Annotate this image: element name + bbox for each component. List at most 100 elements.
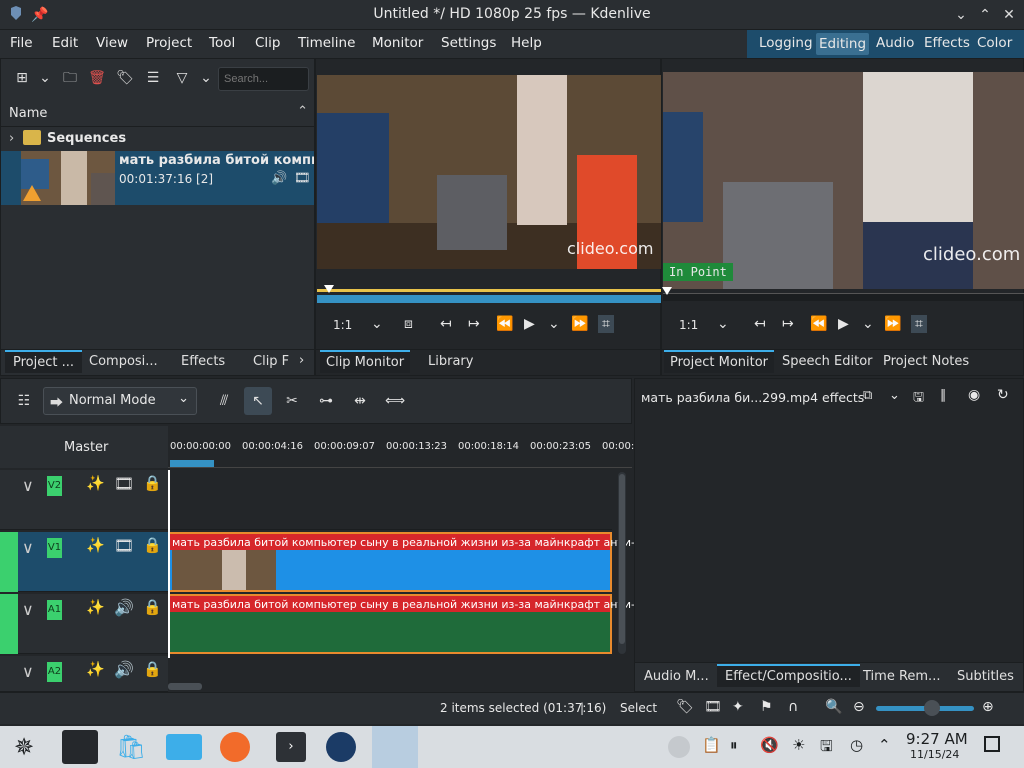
timeline-hscrollbar[interactable]	[168, 683, 202, 690]
play-options-icon[interactable]: ⌄	[862, 316, 874, 332]
system-settings-icon[interactable]	[62, 730, 98, 764]
zoom-in-icon[interactable]: ⊕	[982, 699, 994, 715]
close-icon[interactable]: ✕	[999, 5, 1019, 25]
video-icon[interactable]: 🎞	[294, 171, 311, 186]
clock-date[interactable]: 11/15/24	[910, 748, 959, 761]
bin-search-input[interactable]	[218, 67, 309, 91]
tab-subtitles[interactable]: Subtitles	[957, 669, 1014, 684]
zoom-slider-handle[interactable]	[924, 700, 940, 716]
minimize-icon[interactable]: ⌄	[951, 5, 971, 25]
bin-header[interactable]: Name ⌃	[1, 101, 314, 127]
tab-time-remapping[interactable]: Time Rem...	[863, 669, 940, 684]
tab-effect-composition[interactable]: Effect/Compositio...	[717, 664, 860, 687]
zoom-out-icon[interactable]: ⊖	[853, 699, 865, 715]
forward-icon[interactable]: ⏩	[884, 316, 901, 332]
clock-time[interactable]: 9:27 AM	[906, 730, 968, 748]
video-track-icon[interactable]: 🎞	[114, 536, 134, 555]
collapse-icon[interactable]: ∨	[22, 662, 34, 681]
zoom-dropdown-icon[interactable]: ⌄	[717, 316, 729, 332]
slip-icon[interactable]: ⇹	[351, 392, 369, 410]
collapse-icon[interactable]: ∨	[22, 476, 34, 495]
timeline-ruler[interactable]: 00:00:00:00 00:00:04:16 00:00:09:07 00:0…	[168, 426, 634, 468]
menu-project[interactable]: Project	[146, 35, 192, 51]
set-out-icon[interactable]: ↦	[468, 316, 480, 332]
audio-thumbs-icon[interactable]: ✦	[732, 699, 744, 715]
tab-effects[interactable]: Effects	[181, 354, 225, 369]
kdenlive-task-icon[interactable]	[372, 726, 418, 768]
tray-expand-icon[interactable]: ⌃	[878, 736, 891, 754]
crop-icon[interactable]: ⌗	[911, 315, 927, 333]
media-pause-icon[interactable]: ⏸	[730, 736, 738, 754]
clip-playhead-icon[interactable]	[324, 285, 334, 293]
add-clip-icon[interactable]: ⊞	[13, 69, 31, 87]
layout-logging[interactable]: Logging	[759, 35, 813, 51]
project-playhead-icon[interactable]	[662, 287, 672, 295]
chevron-down-icon[interactable]: ⌄	[36, 69, 54, 87]
show-desktop-icon[interactable]	[984, 736, 1000, 752]
project-ruler[interactable]	[663, 293, 1024, 301]
tab-speech-editor[interactable]: Speech Editor	[782, 354, 873, 369]
snap-icon[interactable]: ∩	[788, 699, 798, 715]
set-out-icon[interactable]: ↦	[782, 316, 794, 332]
tab-project-bin[interactable]: Project ...	[5, 350, 83, 373]
steam-icon[interactable]	[326, 732, 356, 762]
status-indicator-icon[interactable]	[668, 736, 690, 758]
audio-icon[interactable]: 🔊	[271, 171, 287, 186]
tag-icon[interactable]: 🏷	[676, 699, 694, 715]
set-in-icon[interactable]: ↤	[754, 316, 766, 332]
menu-settings[interactable]: Settings	[441, 35, 496, 51]
storage-icon[interactable]: 🖫	[820, 736, 833, 761]
play-icon[interactable]: ▶	[524, 316, 535, 332]
bin-clip-row[interactable]: мать разбила битой компьютер 00:01:37:16…	[1, 151, 314, 205]
menu-clip[interactable]: Clip	[255, 35, 281, 51]
performance-icon[interactable]: ◷	[850, 736, 863, 754]
audio-track-icon[interactable]: 🔊	[114, 598, 134, 617]
select-tool-icon[interactable]: ↖	[244, 387, 272, 415]
zoom-fit-icon[interactable]: 🔍	[825, 699, 842, 715]
tab-project-monitor[interactable]: Project Monitor	[664, 350, 775, 373]
menu-icon[interactable]: ☰	[144, 69, 162, 87]
clip-ruler[interactable]	[317, 295, 661, 303]
filter-icon[interactable]: ▽	[173, 69, 191, 87]
file-manager-icon[interactable]	[166, 734, 202, 760]
track-lane-v2[interactable]	[168, 470, 612, 530]
master-header[interactable]: Master	[0, 426, 168, 468]
track-header-v1[interactable]: ∨ V1 ✨ 🎞 🔒	[0, 532, 168, 592]
effect-wand-icon[interactable]: ✨	[86, 598, 105, 616]
razor-tool-icon[interactable]: ✂	[283, 392, 301, 410]
lock-icon[interactable]: 🔒	[143, 536, 162, 554]
zone-icon[interactable]: ⧈	[404, 316, 413, 332]
timeline-playhead[interactable]	[168, 470, 170, 658]
menu-view[interactable]: View	[96, 35, 128, 51]
lock-icon[interactable]: 🔒	[143, 474, 162, 492]
project-monitor-video[interactable]: clideo.com In Point	[663, 72, 1024, 289]
split-view-icon[interactable]: ∥	[940, 388, 947, 403]
tab-project-notes[interactable]: Project Notes	[883, 354, 969, 369]
timeline-zone[interactable]	[170, 460, 214, 467]
tab-clip-properties[interactable]: Clip F	[253, 354, 289, 369]
menu-file[interactable]: File	[10, 35, 33, 51]
effect-wand-icon[interactable]: ✨	[86, 536, 105, 554]
reset-icon[interactable]: ↻	[997, 387, 1009, 403]
video-thumbs-icon[interactable]: 🎞	[704, 699, 722, 715]
menu-timeline[interactable]: Timeline	[298, 35, 355, 51]
eye-icon[interactable]: ◉	[968, 387, 980, 403]
maximize-icon[interactable]: ⌃	[975, 5, 995, 25]
firefox-icon[interactable]	[220, 732, 250, 762]
menu-edit[interactable]: Edit	[52, 35, 78, 51]
clipboard-icon[interactable]: 📋	[702, 736, 721, 754]
menu-monitor[interactable]: Monitor	[372, 35, 423, 51]
clip-monitor-video[interactable]: clideo.com	[317, 75, 661, 269]
folder-add-icon[interactable]: 🗀	[61, 69, 79, 87]
tab-library[interactable]: Library	[428, 354, 473, 369]
set-in-icon[interactable]: ↤	[440, 316, 452, 332]
layout-audio[interactable]: Audio	[876, 35, 914, 51]
video-track-icon[interactable]: 🎞	[114, 474, 134, 493]
track-header-a1[interactable]: ∨ A1 ✨ 🔊 🔒	[0, 594, 168, 654]
rewind-icon[interactable]: ⏪	[810, 316, 827, 332]
lock-icon[interactable]: 🔒	[143, 598, 162, 616]
spacer-tool-icon[interactable]: ⫻	[215, 392, 233, 410]
slide-icon[interactable]: ⟺	[385, 392, 405, 410]
save-effect-icon[interactable]: 🖫	[913, 388, 924, 410]
delete-icon[interactable]: 🗑	[88, 69, 106, 87]
